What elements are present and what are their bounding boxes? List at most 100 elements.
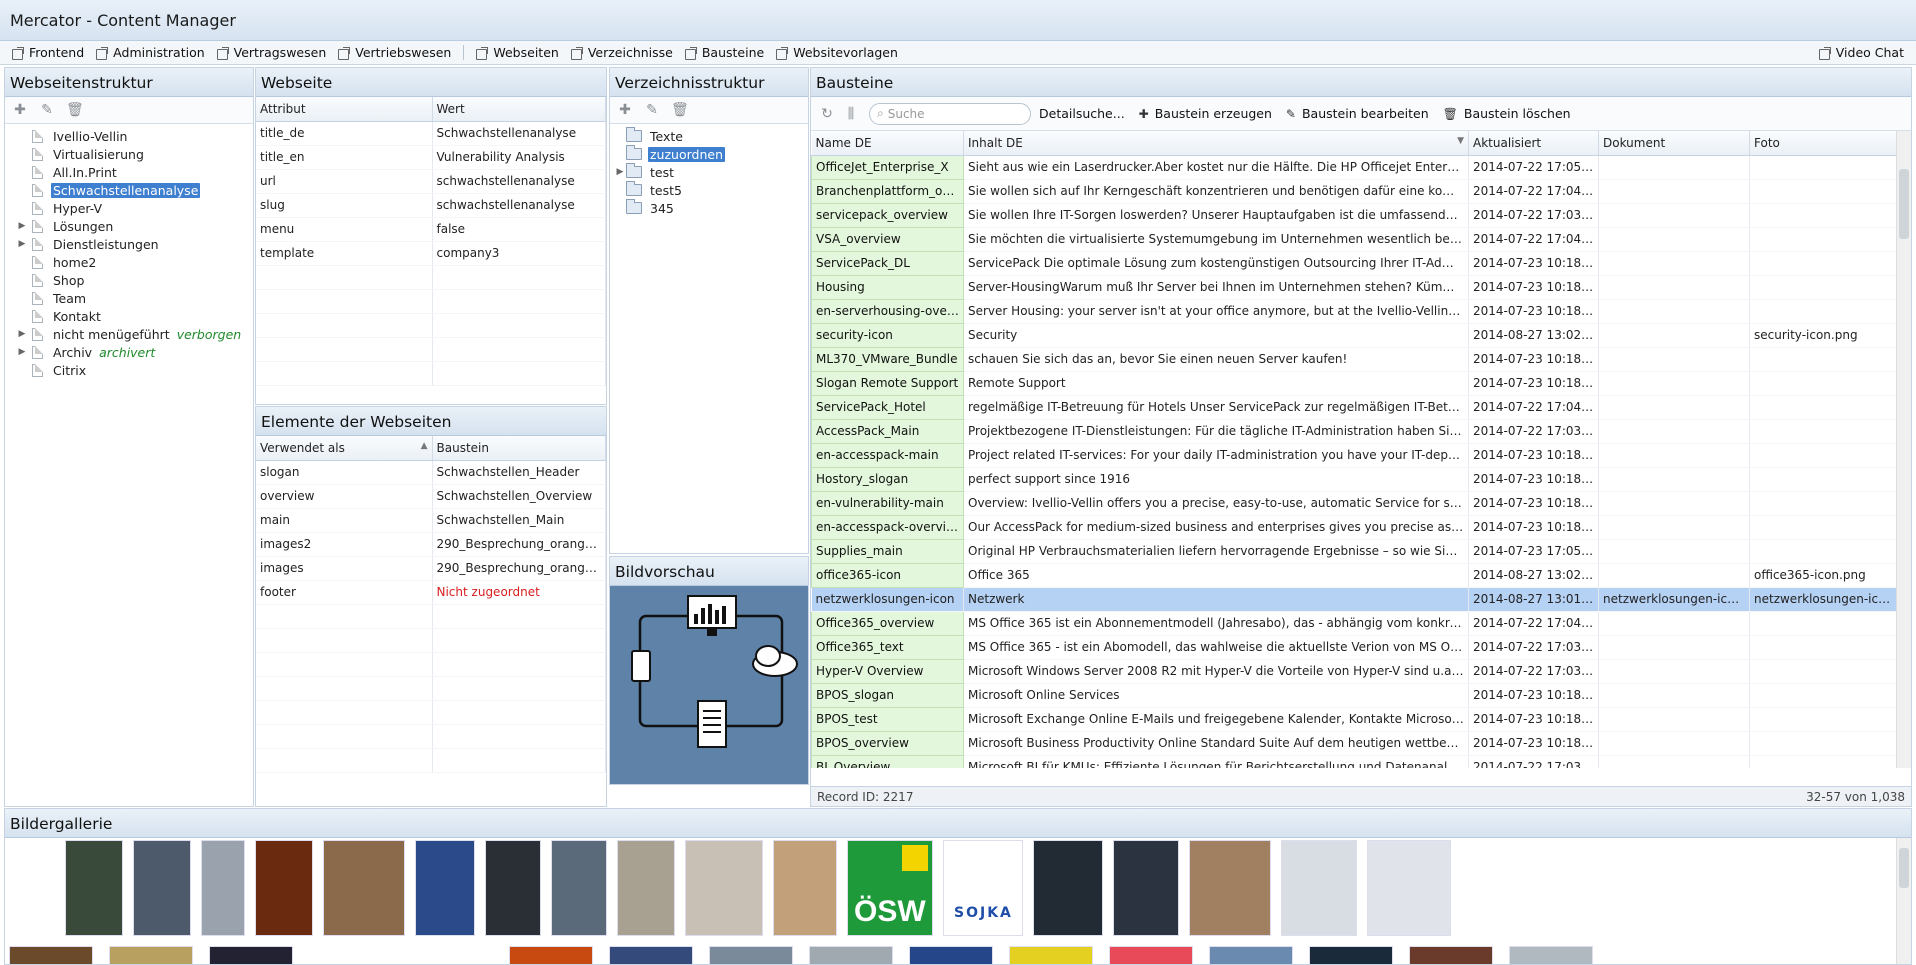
menu-item[interactable]: Vertragswesen <box>216 45 326 60</box>
gallery-thumbnail[interactable] <box>551 840 607 936</box>
table-row[interactable]: ServicePack_Hotel regelmäßige IT-Betreuun… <box>811 394 1898 420</box>
table-row[interactable]: images2 290_Besprechung_orange_... <box>256 532 606 557</box>
tree-node[interactable]: Team <box>5 289 253 307</box>
table-row[interactable] <box>256 724 606 749</box>
tree-node[interactable]: All.In.Print <box>5 163 253 181</box>
gallery-thumbnail[interactable] <box>609 946 693 964</box>
tree-node[interactable]: Shop <box>5 271 253 289</box>
table-row[interactable]: ServicePack_DL ServicePack Die optimale L… <box>811 250 1898 276</box>
bausteine-scrollbar[interactable] <box>1896 131 1911 768</box>
table-row[interactable]: Office365_overview MS Office 365 ist ein … <box>811 610 1898 636</box>
column-header[interactable]: Dokument <box>1598 131 1750 156</box>
expand-arrow-icon[interactable]: ▶ <box>614 167 626 177</box>
columns-icon[interactable]: ⫼ <box>843 106 859 122</box>
table-row[interactable]: Hostory_slogan perfect support since 1916… <box>811 466 1898 492</box>
table-row[interactable]: slug schwachstellenanalyse <box>256 193 606 218</box>
gallery-thumbnail[interactable] <box>1209 946 1293 964</box>
gallery-thumbnail[interactable] <box>1509 946 1593 964</box>
expand-arrow-icon[interactable]: ▶ <box>16 239 28 249</box>
table-row[interactable] <box>256 361 606 386</box>
table-row[interactable] <box>256 748 606 773</box>
table-row[interactable]: Supplies_main Original HP Verbrauchsmater… <box>811 538 1898 564</box>
gallery-thumbnail[interactable] <box>323 840 405 936</box>
table-row[interactable] <box>256 337 606 362</box>
tree-node[interactable]: Virtualisierung <box>5 145 253 163</box>
menu-item[interactable]: Websitevorlagen <box>776 45 898 60</box>
column-header[interactable]: Aktualisiert <box>1468 131 1599 156</box>
menu-item[interactable]: Frontend <box>12 45 84 60</box>
table-row[interactable]: BI_Overview Microsoft BI für KMUs: Effizi… <box>811 754 1898 768</box>
gallery-thumbnail[interactable] <box>1189 840 1271 936</box>
gallery-thumbnail[interactable] <box>709 946 793 964</box>
table-row[interactable] <box>256 604 606 629</box>
edit-baustein-button[interactable]: ✎ Baustein bearbeiten <box>1286 106 1429 121</box>
edit-icon[interactable]: ✎ <box>644 102 660 118</box>
trash-icon[interactable]: 🗑 <box>66 102 84 118</box>
table-row[interactable]: slogan Schwachstellen_Header <box>256 460 606 485</box>
table-row[interactable]: netzwerklosungen-icon Netzwerk 2014-08-27 … <box>811 587 1898 612</box>
table-row[interactable]: Office365_text MS Office 365 - ist ein Ab… <box>811 634 1898 660</box>
tree-node[interactable]: ▶ Lösungen <box>5 217 253 235</box>
directory-node[interactable]: test5 <box>610 181 808 199</box>
gallery-thumbnail[interactable] <box>109 946 193 964</box>
gallery-thumbnail[interactable] <box>1009 946 1093 964</box>
column-header-attribut[interactable]: Attribut <box>256 97 433 122</box>
gallery-thumbnail[interactable] <box>909 946 993 964</box>
expand-arrow-icon[interactable]: ▶ <box>16 221 28 231</box>
gallery-thumbnail[interactable] <box>617 840 675 936</box>
add-icon[interactable]: ✚ <box>12 102 28 118</box>
table-row[interactable]: Branchenplattform_ov... Sie wollen sich a… <box>811 178 1898 204</box>
directory-node[interactable]: Texte <box>610 127 808 145</box>
gallery-thumbnail[interactable] <box>255 840 313 936</box>
gallery-thumbnail[interactable] <box>1409 946 1493 964</box>
delete-baustein-button[interactable]: 🗑 Baustein löschen <box>1443 106 1571 121</box>
gallery-scrollbar[interactable] <box>1896 838 1911 964</box>
table-row[interactable]: en-accesspack-main Project related IT-ser… <box>811 442 1898 468</box>
column-header[interactable]: Inhalt DE ▼ <box>963 131 1469 156</box>
column-header-verwendet[interactable]: Verwendet als ▲ <box>256 436 433 461</box>
gallery-thumbnail[interactable] <box>485 840 541 936</box>
table-row[interactable]: BPOS_slogan Microsoft Online Services 2014… <box>811 682 1898 708</box>
gallery-thumbnail[interactable] <box>415 840 475 936</box>
gallery-thumbnail[interactable] <box>685 840 763 936</box>
detail-search-button[interactable]: Detailsuche... <box>1039 106 1125 121</box>
gallery-thumbnail[interactable] <box>1113 840 1179 936</box>
table-row[interactable]: title_en Vulnerability Analysis <box>256 145 606 170</box>
column-header-wert[interactable]: Wert <box>432 97 606 122</box>
search-input[interactable]: ⌕ Suche <box>869 102 1031 125</box>
tree-node[interactable]: ▶ Archiv archivert <box>5 343 253 361</box>
table-row[interactable]: title_de Schwachstellenanalyse <box>256 121 606 146</box>
create-baustein-button[interactable]: ✚ Baustein erzeugen <box>1139 106 1272 121</box>
menu-item[interactable]: Vertriebswesen <box>338 45 451 60</box>
table-row[interactable]: BPOS_overview Microsoft Business Producti… <box>811 730 1898 756</box>
table-row[interactable]: OfficeJet_Enterprise_X Sieht aus wie ein … <box>811 154 1898 180</box>
menu-item[interactable]: Verzeichnisse <box>570 45 673 60</box>
table-row[interactable] <box>256 700 606 725</box>
table-row[interactable]: overview Schwachstellen_Overview <box>256 484 606 509</box>
tree-node[interactable]: ▶ nicht menügeführt verborgen <box>5 325 253 343</box>
tree-node[interactable]: Citrix <box>5 361 253 379</box>
table-row[interactable]: Slogan Remote Support Remote Support 2014-… <box>811 370 1898 396</box>
gallery-thumbnail[interactable] <box>1309 946 1393 964</box>
tree-node[interactable]: Ivellio-Vellin <box>5 127 253 145</box>
table-row[interactable]: menu false <box>256 217 606 242</box>
table-row[interactable]: servicepack_overview Sie wollen Ihre IT-S… <box>811 202 1898 228</box>
tree-node[interactable]: Schwachstellenanalyse <box>5 181 253 199</box>
column-header[interactable]: Name DE <box>811 131 964 156</box>
table-row[interactable]: en-vulnerability-main Overview: Ivellio-V… <box>811 490 1898 516</box>
table-row[interactable]: template company3 <box>256 241 606 266</box>
table-row[interactable]: en-serverhousing-over... Server Housing: … <box>811 298 1898 324</box>
expand-arrow-icon[interactable]: ▶ <box>16 329 28 339</box>
edit-icon[interactable]: ✎ <box>39 102 55 118</box>
table-row[interactable] <box>256 289 606 314</box>
menu-item[interactable]: Webseiten <box>476 45 559 60</box>
table-row[interactable]: Hyper-V Overview Microsoft Windows Server… <box>811 658 1898 684</box>
refresh-icon[interactable]: ↻ <box>819 106 835 122</box>
tree-node[interactable]: home2 <box>5 253 253 271</box>
table-row[interactable] <box>256 676 606 701</box>
tree-node[interactable]: ▶ Dienstleistungen <box>5 235 253 253</box>
trash-icon[interactable]: 🗑 <box>671 102 689 118</box>
column-header[interactable]: Foto <box>1749 131 1898 156</box>
gallery-thumbnail[interactable] <box>133 840 191 936</box>
table-row[interactable]: Housing Server-HousingWarum muß Ihr Serve… <box>811 274 1898 300</box>
